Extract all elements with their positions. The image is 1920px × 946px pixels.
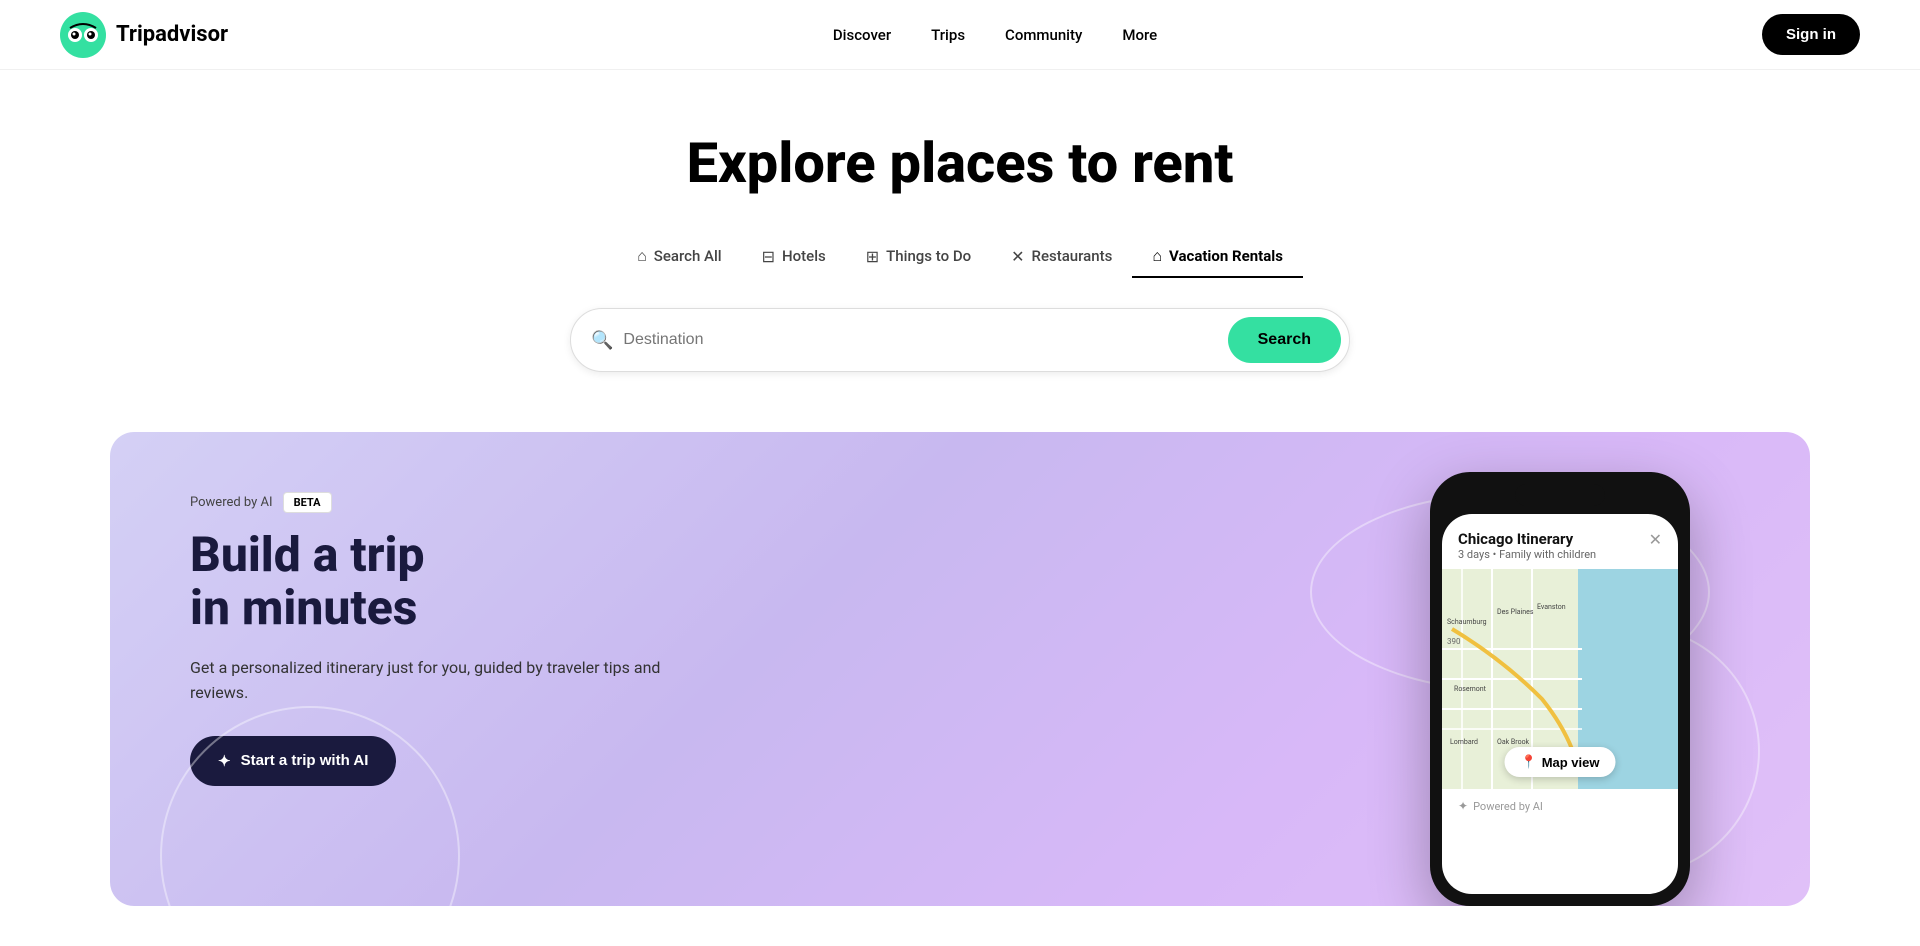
search-button[interactable]: Search bbox=[1228, 317, 1341, 363]
logo-text: Tripadvisor bbox=[116, 22, 228, 47]
logo-icon bbox=[60, 12, 106, 58]
sign-in-button[interactable]: Sign in bbox=[1762, 14, 1860, 55]
itinerary-subtitle: 3 days • Family with children bbox=[1458, 548, 1596, 561]
hero-title: Explore places to rent bbox=[20, 130, 1900, 196]
svg-text:Schaumburg: Schaumburg bbox=[1447, 618, 1487, 626]
itinerary-info: Chicago Itinerary 3 days • Family with c… bbox=[1458, 530, 1596, 561]
phone-screen: Chicago Itinerary 3 days • Family with c… bbox=[1442, 514, 1678, 894]
start-trip-button[interactable]: ✦ Start a trip with AI bbox=[190, 736, 396, 786]
tab-things-to-do[interactable]: ⊞ Things to Do bbox=[846, 237, 991, 278]
svg-text:Lombard: Lombard bbox=[1450, 738, 1478, 746]
beta-badge: BETA bbox=[283, 492, 332, 513]
ai-banner-content: Powered by AI BETA Build a trip in minut… bbox=[190, 482, 690, 786]
nav-community[interactable]: Community bbox=[1005, 26, 1082, 44]
banner-wrapper: Powered by AI BETA Build a trip in minut… bbox=[0, 432, 1920, 946]
map-pin-icon: 📍 bbox=[1521, 754, 1537, 770]
map-view-button[interactable]: 📍 Map view bbox=[1505, 747, 1616, 777]
itinerary-title: Chicago Itinerary bbox=[1458, 530, 1596, 548]
rental-icon: ⌂ bbox=[1152, 246, 1162, 266]
ai-sparkle-icon: ✦ bbox=[218, 752, 231, 770]
close-icon[interactable]: ✕ bbox=[1649, 530, 1662, 549]
fork-icon: ✕ bbox=[1011, 247, 1024, 266]
bed-icon: ⊟ bbox=[762, 247, 775, 266]
ai-banner: Powered by AI BETA Build a trip in minut… bbox=[110, 432, 1810, 906]
phone-mockup-container: Chicago Itinerary 3 days • Family with c… bbox=[1430, 472, 1750, 906]
ai-banner-description: Get a personalized itinerary just for yo… bbox=[190, 655, 690, 706]
svg-text:390: 390 bbox=[1447, 637, 1461, 646]
powered-by-row: Powered by AI BETA bbox=[190, 492, 690, 513]
nav-discover[interactable]: Discover bbox=[833, 26, 891, 44]
tab-vacation-rentals[interactable]: ⌂ Vacation Rentals bbox=[1132, 236, 1303, 278]
nav-trips[interactable]: Trips bbox=[931, 26, 965, 44]
tab-search-all[interactable]: ⌂ Search All bbox=[617, 236, 742, 278]
phone-screen-header: Chicago Itinerary 3 days • Family with c… bbox=[1442, 514, 1678, 569]
svg-text:Oak Brook: Oak Brook bbox=[1497, 738, 1530, 746]
main-nav: Discover Trips Community More bbox=[833, 26, 1157, 44]
ai-banner-title: Build a trip in minutes bbox=[190, 529, 690, 635]
activities-icon: ⊞ bbox=[866, 247, 879, 266]
svg-text:Rosemont: Rosemont bbox=[1454, 685, 1487, 693]
tab-restaurants[interactable]: ✕ Restaurants bbox=[991, 237, 1132, 278]
map-area: 390 Schaumburg Des Plaines Evanston Rose… bbox=[1442, 569, 1678, 789]
hero-section: Explore places to rent ⌂ Search All ⊟ Ho… bbox=[0, 70, 1920, 432]
svg-text:Evanston: Evanston bbox=[1537, 603, 1566, 611]
search-container: 🔍 Search bbox=[20, 308, 1900, 372]
search-icon: 🔍 bbox=[591, 330, 613, 351]
ai-powered-icon: ✦ bbox=[1458, 799, 1468, 813]
search-bar: 🔍 Search bbox=[570, 308, 1350, 372]
home-icon: ⌂ bbox=[637, 246, 647, 266]
logo[interactable]: Tripadvisor bbox=[60, 12, 228, 58]
nav-more[interactable]: More bbox=[1122, 26, 1157, 44]
svg-text:Des Plaines: Des Plaines bbox=[1497, 608, 1534, 616]
phone-mockup: Chicago Itinerary 3 days • Family with c… bbox=[1430, 472, 1690, 906]
destination-input[interactable] bbox=[623, 331, 1227, 349]
header: Tripadvisor Discover Trips Community Mor… bbox=[0, 0, 1920, 70]
tab-hotels[interactable]: ⊟ Hotels bbox=[742, 237, 846, 278]
category-tabs: ⌂ Search All ⊟ Hotels ⊞ Things to Do ✕ R… bbox=[20, 236, 1900, 278]
powered-by-text: Powered by AI bbox=[190, 495, 273, 510]
phone-notch bbox=[1515, 484, 1605, 506]
phone-footer: ✦ Powered by AI bbox=[1442, 789, 1678, 823]
